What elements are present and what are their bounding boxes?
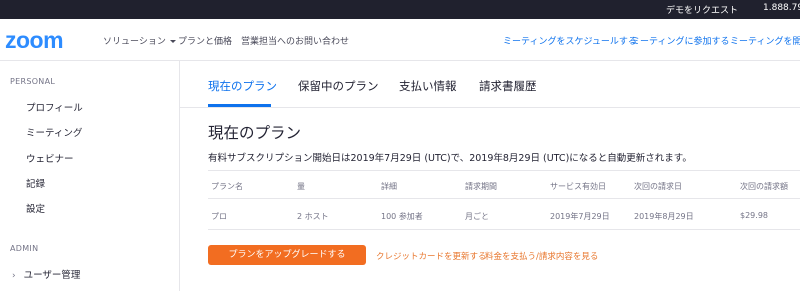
sidebar-section-admin: ADMIN [10,244,39,253]
phone-number[interactable]: 1.888.799.5 [763,3,800,13]
tab-billing-info[interactable]: 支払い情報 [399,78,457,94]
table-bottom-border [208,229,800,230]
request-demo-link[interactable]: デモをリクエスト [666,3,738,16]
pay-view-billing-link[interactable]: 料金を支払う/請求内容を見る [485,250,598,262]
tab-current-plan[interactable]: 現在のプラン [208,78,277,94]
table-cell-next-billing-amount: $29.98 [740,211,768,220]
sidebar-item-profile[interactable]: プロフィール [26,100,83,114]
table-header-next-billing-date: 次回の請求日 [634,182,682,191]
nav-contact-sales[interactable]: 営業担当へのお問い合わせ [241,34,349,47]
zoom-logo[interactable]: zoom [5,27,64,54]
sidebar-section-personal: PERSONAL [10,77,56,86]
nav-solutions-label: ソリューション [103,37,166,47]
table-header-divider [208,198,800,199]
subscription-description: 有料サブスクリプション開始日は2019年7月29日 (UTC)で、2019年8月… [208,153,692,164]
table-cell-plan-name: プロ [211,212,227,221]
table-header-plan-name: プラン名 [211,182,243,191]
nav-solutions[interactable]: ソリューション [103,34,176,47]
sidebar-item-user-management[interactable]: › ユーザー管理 [12,267,80,281]
table-header-service-start: サービス有効日 [550,182,606,191]
tabs-divider [180,107,800,108]
chevron-right-icon: › [12,271,16,281]
sidebar-item-settings[interactable]: 設定 [26,201,45,215]
tab-invoice-history[interactable]: 請求書履歴 [479,78,537,94]
nav-plans-pricing[interactable]: プランと価格 [178,34,232,47]
sidebar-item-meetings[interactable]: ミーティング [26,125,82,139]
sidebar-item-webinars[interactable]: ウェビナー [26,151,74,165]
header: zoom ソリューション プランと価格 営業担当へのお問い合わせ ミーティングを… [0,19,800,61]
schedule-meeting-link[interactable]: ミーティングをスケジュールする [503,34,637,47]
table-header-next-billing-amount: 次回の請求額 [740,182,788,191]
active-tab-indicator [208,104,271,107]
sidebar-item-label: ユーザー管理 [23,270,81,281]
chevron-down-icon [169,40,176,43]
sidebar-item-recordings[interactable]: 記録 [26,176,45,190]
table-cell-next-billing-date: 2019年8月29日 [634,212,694,221]
tab-pending-plan[interactable]: 保留中のプラン [298,78,379,94]
table-header-billing-period: 請求期間 [465,182,497,191]
table-header-details: 詳細 [381,182,397,191]
table-header-quantity: 量 [297,182,305,191]
page-title: 現在のプラン [208,124,302,142]
table-cell-billing-period: 月ごと [465,212,489,221]
update-credit-card-link[interactable]: クレジットカードを更新する [376,250,487,262]
table-top-border [208,170,800,171]
top-bar: デモをリクエスト 1.888.799.5 [0,0,800,19]
table-cell-details: 100 参加者 [381,212,423,221]
table-cell-quantity: 2 ホスト [297,212,329,221]
table-cell-service-start: 2019年7月29日 [550,212,610,221]
host-meeting-link[interactable]: ミーティングを開催す [730,34,800,47]
join-meeting-link[interactable]: ミーティングに参加する [631,34,729,47]
upgrade-plan-button[interactable]: プランをアップグレードする [208,245,366,265]
